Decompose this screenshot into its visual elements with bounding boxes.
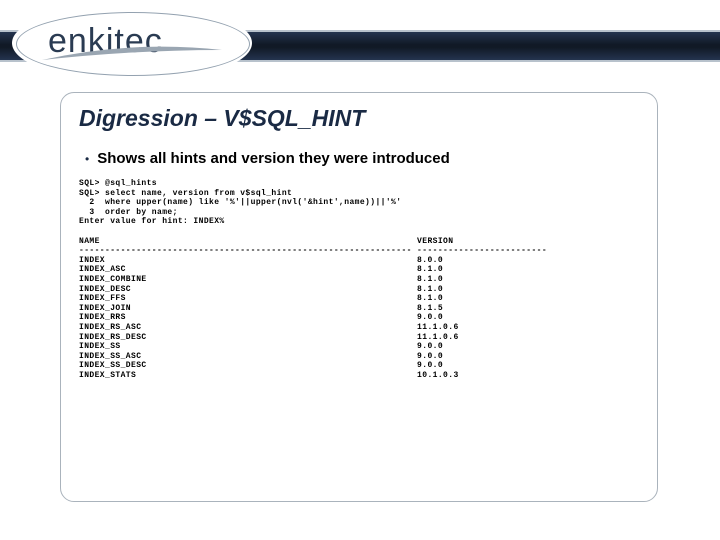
swoosh-icon — [42, 46, 222, 64]
content-box: Digression – V$SQL_HINT • Shows all hint… — [60, 92, 658, 502]
hint-table: NAME VERSION ---------------------------… — [79, 237, 639, 381]
bullet-row: • Shows all hints and version they were … — [79, 150, 639, 167]
sql-block: SQL> @sql_hints SQL> select name, versio… — [79, 179, 639, 227]
bullet-icon: • — [85, 152, 89, 166]
logo: enkitec — [12, 4, 252, 74]
slide: enkitec Digression – V$SQL_HINT • Shows … — [0, 0, 720, 540]
bullet-text: Shows all hints and version they were in… — [97, 150, 450, 167]
slide-title: Digression – V$SQL_HINT — [79, 105, 639, 132]
blank-line — [79, 227, 639, 237]
